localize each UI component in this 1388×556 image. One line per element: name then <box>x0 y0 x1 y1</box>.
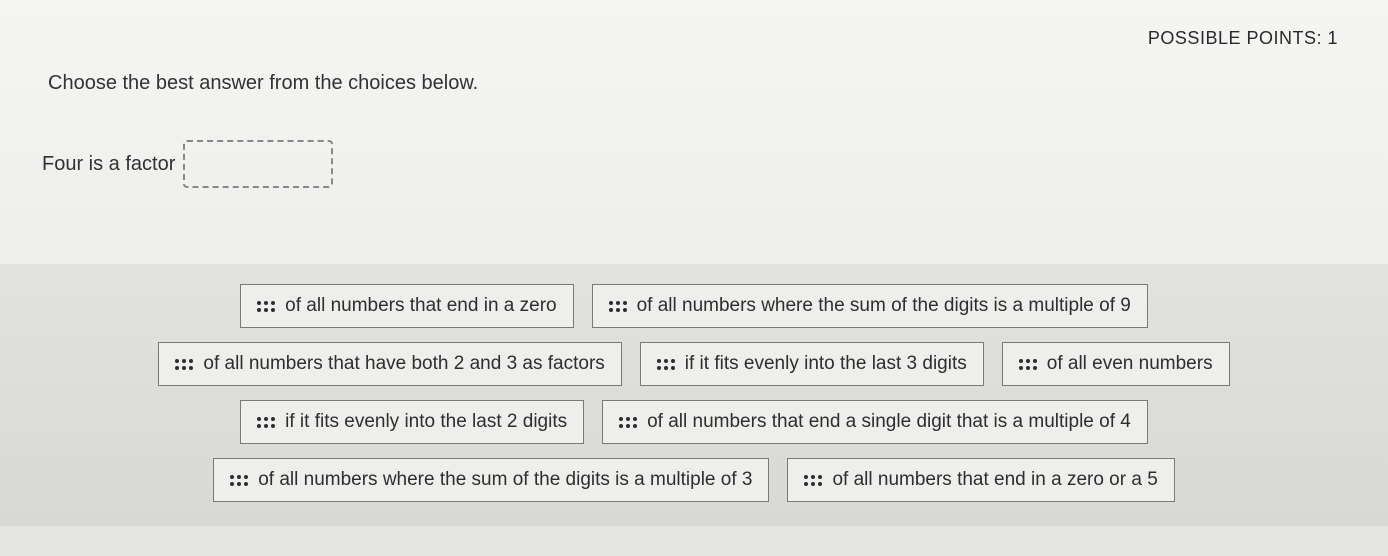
drag-handle-icon <box>175 359 193 370</box>
choice-label: if it fits evenly into the last 2 digits <box>285 411 567 433</box>
choice-label: of all even numbers <box>1047 353 1213 375</box>
drag-handle-icon <box>257 417 275 428</box>
choice-row: of all numbers that end in a zero of all… <box>60 284 1328 328</box>
choice-option[interactable]: of all numbers that end in a zero <box>240 284 573 328</box>
choice-label: if it fits evenly into the last 3 digits <box>685 353 967 375</box>
choice-option[interactable]: of all numbers that end in a zero or a 5 <box>787 458 1174 502</box>
answer-drop-zone[interactable] <box>183 140 333 188</box>
choice-option[interactable]: if it fits evenly into the last 2 digits <box>240 400 584 444</box>
choice-option[interactable]: of all numbers that have both 2 and 3 as… <box>158 342 621 386</box>
drag-handle-icon <box>230 475 248 486</box>
choice-label: of all numbers that end in a zero or a 5 <box>832 469 1157 491</box>
drag-handle-icon <box>619 417 637 428</box>
choice-row: of all numbers where the sum of the digi… <box>60 458 1328 502</box>
choice-option[interactable]: of all numbers where the sum of the digi… <box>592 284 1148 328</box>
instruction-text: Choose the best answer from the choices … <box>48 72 478 95</box>
choice-row: if it fits evenly into the last 2 digits… <box>60 400 1328 444</box>
prompt-text: Four is a factor <box>42 153 175 176</box>
drag-handle-icon <box>609 301 627 312</box>
drag-handle-icon <box>657 359 675 370</box>
choice-option[interactable]: of all numbers where the sum of the digi… <box>213 458 769 502</box>
choice-option[interactable]: of all numbers that end a single digit t… <box>602 400 1148 444</box>
choice-row: of all numbers that have both 2 and 3 as… <box>60 342 1328 386</box>
points-header: POSSIBLE POINTS: 1 <box>1148 28 1338 49</box>
choice-label: of all numbers that end in a zero <box>285 295 556 317</box>
choice-label: of all numbers where the sum of the digi… <box>637 295 1131 317</box>
question-prompt: Four is a factor <box>42 140 333 188</box>
drag-handle-icon <box>1019 359 1037 370</box>
choice-option[interactable]: if it fits evenly into the last 3 digits <box>640 342 984 386</box>
choices-area: of all numbers that end in a zero of all… <box>0 264 1388 526</box>
choice-label: of all numbers that have both 2 and 3 as… <box>203 353 604 375</box>
choice-label: of all numbers where the sum of the digi… <box>258 469 752 491</box>
choice-option[interactable]: of all even numbers <box>1002 342 1230 386</box>
drag-handle-icon <box>804 475 822 486</box>
choice-label: of all numbers that end a single digit t… <box>647 411 1131 433</box>
drag-handle-icon <box>257 301 275 312</box>
